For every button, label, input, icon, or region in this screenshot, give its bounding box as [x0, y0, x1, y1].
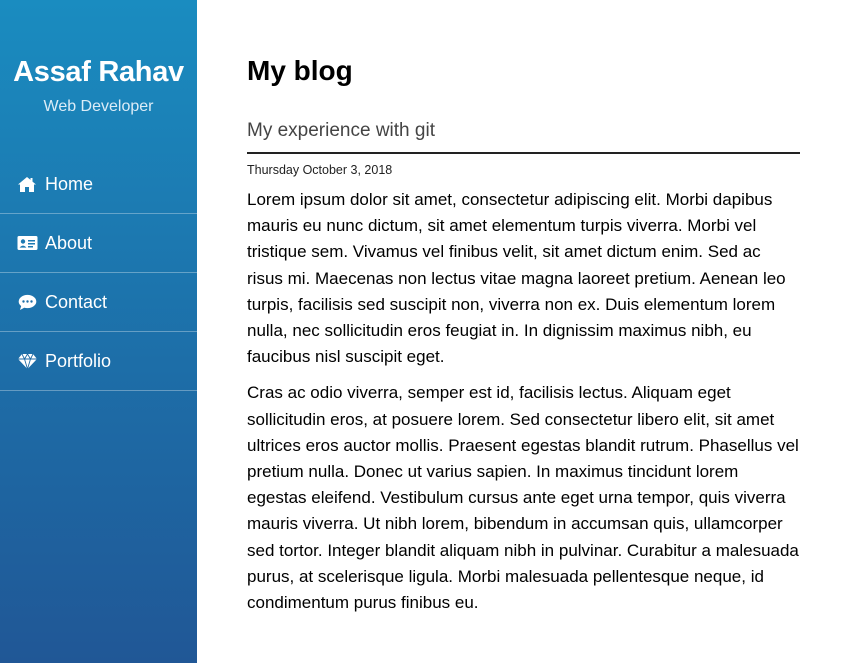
- page-title: My blog: [247, 55, 353, 86]
- site-owner-role: Web Developer: [43, 98, 154, 115]
- id-card-icon: [16, 233, 38, 253]
- sidebar-item-portfolio[interactable]: Portfolio: [0, 332, 197, 391]
- sidebar: Assaf Rahav Web Developer Home About Con…: [0, 0, 197, 663]
- sidebar-nav: Home About Contact Portfolio: [0, 155, 197, 391]
- chat-bubble-icon: [16, 292, 38, 312]
- title-divider: [247, 152, 800, 154]
- diamond-icon: [16, 351, 38, 371]
- sidebar-item-label: About: [45, 232, 93, 253]
- post-body: Lorem ipsum dolor sit amet, consectetur …: [247, 187, 800, 626]
- sidebar-item-contact[interactable]: Contact: [0, 273, 197, 332]
- sidebar-item-label: Contact: [45, 291, 108, 312]
- sidebar-item-home[interactable]: Home: [0, 155, 197, 214]
- post-paragraph: Cras ac odio viverra, semper est id, fac…: [247, 383, 799, 613]
- site-owner-name: Assaf Rahav: [13, 56, 184, 88]
- post-date: Thursday October 3, 2018: [247, 163, 393, 177]
- post-title: My experience with git: [247, 120, 435, 141]
- sidebar-item-label: Home: [45, 173, 94, 194]
- page: Assaf Rahav Web Developer Home About Con…: [0, 0, 847, 663]
- home-icon: [16, 174, 38, 194]
- post-paragraph: Lorem ipsum dolor sit amet, consectetur …: [247, 190, 786, 367]
- sidebar-item-label: Portfolio: [45, 350, 112, 371]
- sidebar-item-about[interactable]: About: [0, 214, 197, 273]
